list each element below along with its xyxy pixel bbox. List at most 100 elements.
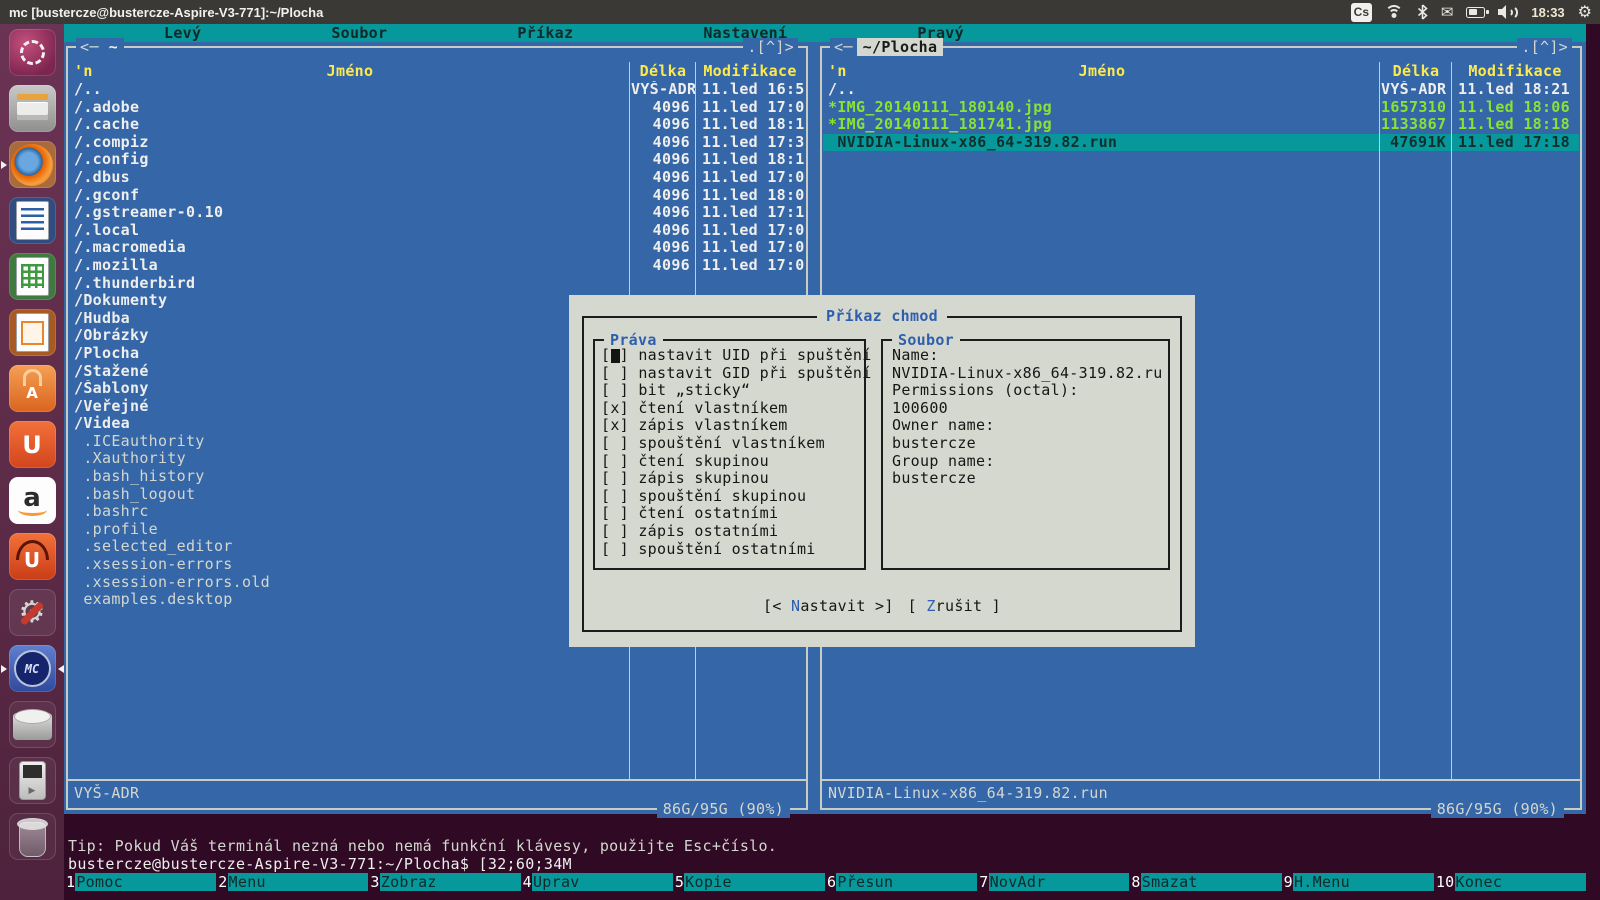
media-player-icon: ▶	[9, 757, 56, 804]
launcher-item-settings[interactable]: ⚙	[9, 589, 56, 636]
history-back-control[interactable]: <─	[76, 38, 103, 56]
permission-checkbox[interactable]: [x] čtení vlastníkem	[601, 400, 862, 418]
table-row[interactable]: NVIDIA-Linux-x86_64-319.82.run 47691K 11…	[823, 134, 1579, 152]
focused-indicator	[58, 665, 64, 673]
menu-item[interactable]: Soubor	[331, 24, 387, 42]
launcher-item-software-center[interactable]: A	[9, 365, 56, 412]
keyboard-layout-indicator[interactable]: Cs	[1351, 3, 1372, 22]
permission-checkbox[interactable]: [ ] spouštění skupinou	[601, 488, 862, 506]
header-mtime[interactable]: Modifikace	[1451, 62, 1579, 80]
history-back-control[interactable]: <─	[830, 38, 857, 56]
menu-item[interactable]: Příkaz	[517, 24, 573, 42]
header-name[interactable]: Jméno	[69, 62, 631, 80]
file-size: 4096	[631, 134, 695, 152]
function-key-label: Smazat	[1141, 873, 1282, 891]
file-name: /.mozilla	[69, 257, 631, 275]
checkbox-label: nastavit GID při spuštění	[638, 365, 871, 383]
volume-icon[interactable]	[1498, 4, 1518, 20]
launcher-item-impress[interactable]	[9, 309, 56, 356]
permission-checkbox[interactable]: [x] zápis vlastníkem	[601, 417, 862, 435]
wifi-icon[interactable]	[1385, 5, 1404, 19]
file-info-line: bustercze	[892, 435, 1164, 453]
launcher-item-ubuntu-one[interactable]: U	[9, 421, 56, 468]
function-key-number: 2	[216, 873, 227, 891]
file-name: /Hudba	[69, 310, 631, 328]
mail-icon[interactable]: ✉	[1441, 5, 1454, 20]
function-key[interactable]: 2Menu	[216, 873, 368, 891]
amazon-letter: a	[9, 477, 56, 524]
permission-checkbox[interactable]: [ ] nastavit GID při spuštění	[601, 365, 862, 383]
function-key[interactable]: 9H.Menu	[1282, 873, 1434, 891]
file-size: 4096	[631, 116, 695, 134]
button-bracket: [<	[763, 597, 791, 615]
checkbox-icon: [ ]	[601, 453, 638, 471]
permission-checkbox[interactable]: [ ] zápis ostatními	[601, 523, 862, 541]
file-list: /.. VYŠ-ADR 11.led 18:21 *IMG_20140111_1…	[823, 81, 1579, 151]
checkbox-icon: [ ]	[601, 505, 638, 523]
function-key[interactable]: 3Zobraz	[368, 873, 520, 891]
table-row[interactable]: *IMG_20140111_180140.jpg 1657310 11.led …	[823, 99, 1579, 117]
checkbox-label: zápis skupinou	[638, 470, 769, 488]
launcher-item-files[interactable]	[9, 85, 56, 132]
permission-checkbox[interactable]: [ ] bit „sticky“	[601, 382, 862, 400]
launcher-item-midnight-commander[interactable]: MC	[9, 645, 56, 692]
launcher-item-media-player[interactable]: ▶	[9, 757, 56, 804]
battery-icon[interactable]	[1466, 7, 1485, 18]
ubuntu-one-music-icon: U	[9, 533, 56, 580]
permission-checkbox[interactable]: [ ] spouštění vlastníkem	[601, 435, 862, 453]
function-key[interactable]: 1Pomoc	[64, 873, 216, 891]
function-key[interactable]: 8Smazat	[1129, 873, 1281, 891]
table-row[interactable]: /.. VYŠ-ADR 11.led 18:21	[823, 81, 1579, 99]
function-key[interactable]: 7NovAdr	[977, 873, 1129, 891]
menu-item[interactable]: Levý	[164, 24, 201, 42]
dialog-button[interactable]: [ Zrušit ]	[908, 597, 1001, 615]
file-name: examples.desktop	[69, 591, 631, 609]
header-size[interactable]: Délka	[631, 62, 695, 80]
launcher: A U a U ⚙ MC ▶	[0, 24, 64, 900]
file-name: .xsession-errors.old	[69, 574, 631, 592]
checkbox-icon: [ ]	[601, 347, 638, 365]
software-center-letter: A	[9, 365, 56, 412]
bluetooth-icon[interactable]	[1417, 4, 1428, 20]
permission-checkbox[interactable]: [ ] čtení ostatními	[601, 505, 862, 523]
function-key-number: 8	[1129, 873, 1140, 891]
file-mtime: 11.led 18:02	[695, 187, 805, 205]
function-key[interactable]: 4Uprav	[521, 873, 673, 891]
function-key[interactable]: 6Přesun	[825, 873, 977, 891]
mini-status-divider	[822, 779, 1580, 781]
function-key[interactable]: 5Kopie	[673, 873, 825, 891]
panel-corner-controls[interactable]: .[^]>	[743, 38, 798, 56]
launcher-item-disks[interactable]	[9, 701, 56, 748]
permission-checkbox[interactable]: [ ] nastavit UID při spuštění	[601, 347, 862, 365]
function-key-label: Přesun	[836, 873, 977, 891]
header-mtime[interactable]: Modifikace	[695, 62, 805, 80]
permission-checkbox[interactable]: [ ] čtení skupinou	[601, 453, 862, 471]
file-size: 1133867	[1381, 116, 1451, 134]
music-letter: U	[9, 533, 56, 580]
launcher-item-firefox[interactable]	[9, 141, 56, 188]
file-name: /.thunderbird	[69, 275, 631, 293]
launcher-item-amazon[interactable]: a	[9, 477, 56, 524]
permission-checkbox[interactable]: [ ] zápis skupinou	[601, 470, 862, 488]
header-size[interactable]: Délka	[1381, 62, 1451, 80]
launcher-item-dash[interactable]	[9, 29, 56, 76]
permission-checkbox[interactable]: [ ] spouštění ostatními	[601, 541, 862, 559]
command-line[interactable]: bustercze@bustercze-Aspire-V3-771:~/Ploc…	[68, 855, 572, 873]
header-name[interactable]: Jméno	[823, 62, 1381, 80]
launcher-item-calc[interactable]	[9, 253, 56, 300]
function-key-number: 9	[1282, 873, 1293, 891]
table-row[interactable]: *IMG_20140111_181741.jpg 1133867 11.led …	[823, 116, 1579, 134]
column-divider	[1451, 62, 1453, 779]
file-info-line: Group name:	[892, 453, 1164, 471]
launcher-item-ubuntu-one-music[interactable]: U	[9, 533, 56, 580]
session-gear-icon[interactable]: ⚙	[1578, 4, 1592, 20]
launcher-item-writer[interactable]	[9, 197, 56, 244]
panel-path-active[interactable]: ~/Plocha	[857, 38, 944, 56]
function-key[interactable]: 10Konec	[1434, 873, 1586, 891]
panel-path[interactable]: ~	[103, 38, 124, 56]
dialog-button[interactable]: [< Nastavit >]	[763, 597, 894, 615]
clock[interactable]: 18:33	[1531, 5, 1564, 20]
panel-corner-controls[interactable]: .[^]>	[1517, 38, 1572, 56]
launcher-item-trash[interactable]	[9, 813, 56, 860]
permission-list: [ ] nastavit UID při spuštění [ ] nastav…	[601, 347, 862, 558]
